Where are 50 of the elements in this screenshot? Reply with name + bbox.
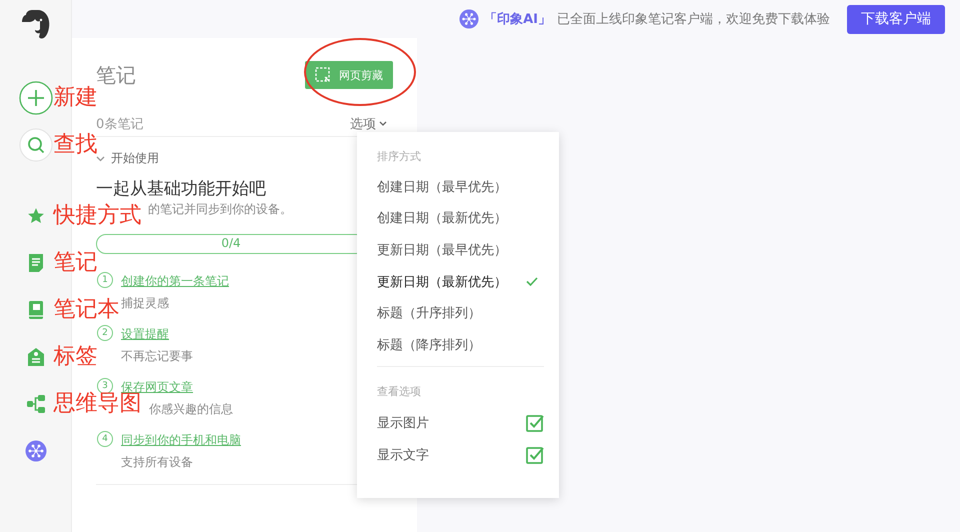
banner-message: 已全面上线印象笔记客户端，欢迎免费下载体验 — [557, 11, 830, 28]
annotation-label: 查找 — [54, 134, 98, 156]
check-icon — [526, 277, 538, 286]
clip-icon — [315, 67, 331, 83]
step-hint: 捕捉灵感 — [121, 296, 169, 310]
add-icon[interactable] — [18, 80, 52, 114]
step-hint: 不再忘记要事 — [121, 349, 193, 363]
sort-option[interactable]: 标题（升序排列） — [377, 297, 544, 329]
annotation-label: 标签 — [54, 346, 98, 368]
checkbox[interactable] — [526, 414, 544, 432]
notebook-icon[interactable] — [28, 300, 44, 320]
panel-title: 笔记 — [96, 62, 136, 88]
step-number: 4 — [97, 431, 113, 447]
caret-icon — [379, 121, 387, 127]
globe-icon[interactable] — [24, 440, 46, 462]
sort-option[interactable]: 创建日期（最新优先） — [377, 202, 544, 234]
step-hint: 支持所有设备 — [121, 455, 193, 469]
section-heading: 一起从基础功能开始吧 — [96, 179, 266, 199]
annotation-label: 快捷方式 — [54, 204, 142, 226]
annotation-label: 笔记 — [54, 252, 98, 274]
note-icon[interactable] — [28, 252, 44, 272]
sort-option[interactable]: 更新日期（最新优先） — [377, 266, 544, 298]
step-number: 1 — [97, 272, 113, 288]
globe-icon — [459, 9, 480, 29]
menu-section-header: 查看选项 — [377, 384, 421, 400]
star-icon[interactable] — [26, 206, 44, 224]
mindmap-icon[interactable] — [26, 394, 46, 414]
chevron-icon[interactable] — [96, 154, 105, 162]
annotation-label: 笔记本 — [54, 298, 120, 320]
step-number: 2 — [97, 325, 113, 341]
annotation-label: 新建 — [54, 86, 98, 108]
note-count: 0条笔记 — [96, 116, 144, 132]
section-description: 的笔记并同步到你的设备。 — [148, 202, 292, 216]
sort-option[interactable]: 创建日期（最早优先） — [377, 171, 544, 203]
menu-section-header: 排序方式 — [377, 148, 421, 164]
download-button[interactable]: 下载客户端 — [847, 4, 945, 34]
step-hint: 你感兴趣的信息 — [149, 402, 233, 416]
view-option-label: 显示图片 — [377, 415, 429, 432]
section-title: 开始使用 — [111, 150, 159, 166]
brand-label: 「印象AI」 — [484, 11, 551, 28]
options-dropdown[interactable]: 选项 — [350, 115, 387, 133]
sort-option[interactable]: 标题（降序排列） — [377, 328, 544, 361]
view-option-label: 显示文字 — [377, 446, 429, 464]
annotation-label: 思维导图 — [54, 392, 142, 414]
sort-option[interactable]: 更新日期（最早优先） — [377, 234, 544, 266]
tag-icon[interactable] — [26, 346, 44, 366]
checkbox[interactable] — [526, 446, 544, 464]
elephant-logo — [20, 9, 50, 41]
step-number: 3 — [97, 378, 113, 394]
search-icon[interactable] — [18, 128, 52, 162]
